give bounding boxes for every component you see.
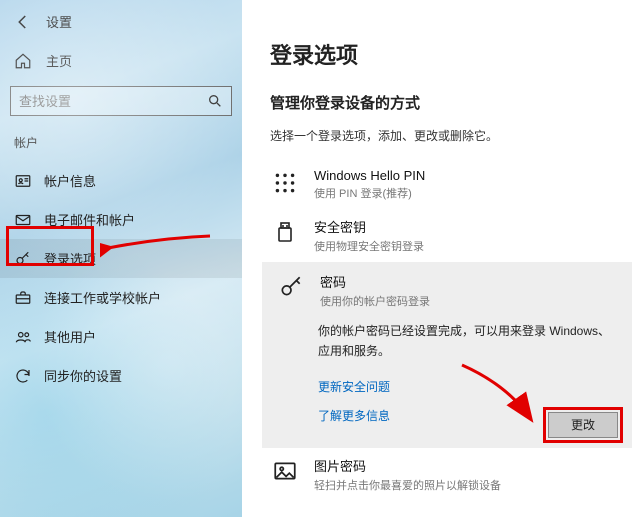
change-button[interactable]: 更改 [548,412,618,438]
sidebar-item-email-accounts[interactable]: 电子邮件和帐户 [0,200,242,239]
password-description: 你的帐户密码已经设置完成，可以用来登录 Windows、应用和服务。 [276,319,620,376]
pin-keypad-icon [270,168,300,198]
mail-icon [14,211,32,229]
home-label: 主页 [46,51,72,70]
sidebar-item-label: 其他用户 [44,327,96,346]
option-title: 密码 [320,272,620,291]
sidebar-item-work-school[interactable]: 连接工作或学校帐户 [0,278,242,317]
helper-text: 选择一个登录选项，添加、更改或删除它。 [270,127,640,144]
option-sub: 使用物理安全密钥登录 [314,238,640,254]
briefcase-icon [14,289,32,307]
people-icon [14,328,32,346]
option-pin[interactable]: Windows Hello PIN 使用 PIN 登录(推荐) [270,160,640,209]
sidebar-item-label: 登录选项 [44,249,96,268]
back-icon[interactable] [14,13,32,31]
sidebar-item-account-info[interactable]: 帐户信息 [0,161,242,200]
search-input[interactable] [19,94,207,109]
option-sub: 使用你的帐户密码登录 [320,293,620,309]
option-password-panel: 密码 使用你的帐户密码登录 你的帐户密码已经设置完成，可以用来登录 Window… [262,262,632,448]
option-title: 安全密钥 [314,217,640,236]
option-title: Windows Hello PIN [314,168,640,183]
settings-sidebar: 设置 主页 帐户 帐户信息 [0,0,242,517]
sidebar-item-signin-options[interactable]: 登录选项 [0,239,242,278]
key-icon [276,272,306,302]
option-sub: 轻扫并点击你最喜爱的照片以解锁设备 [314,477,640,493]
usb-key-icon [270,217,300,247]
home-icon [14,52,32,70]
settings-title: 设置 [46,12,72,31]
manage-heading: 管理你登录设备的方式 [270,92,640,113]
settings-topbar: 设置 [0,8,242,41]
main-content: 登录选项 管理你登录设备的方式 选择一个登录选项，添加、更改或删除它。 Wind… [242,0,640,517]
sidebar-item-other-users[interactable]: 其他用户 [0,317,242,356]
home-nav[interactable]: 主页 [0,41,242,86]
option-sub: 使用 PIN 登录(推荐) [314,185,640,201]
sidebar-item-label: 连接工作或学校帐户 [44,288,161,307]
picture-icon [270,456,300,486]
option-picture-password[interactable]: 图片密码 轻扫并点击你最喜爱的照片以解锁设备 [270,448,640,501]
sidebar-item-sync[interactable]: 同步你的设置 [0,356,242,395]
link-update-security-questions[interactable]: 更新安全问题 [276,376,620,405]
sidebar-item-label: 电子邮件和帐户 [44,210,135,229]
option-password[interactable]: 密码 使用你的帐户密码登录 [276,272,620,319]
search-box[interactable] [10,86,232,116]
sidebar-item-label: 同步你的设置 [44,366,122,385]
search-icon[interactable] [207,93,223,109]
sidebar-item-label: 帐户信息 [44,171,96,190]
option-title: 图片密码 [314,456,640,475]
key-icon [14,250,32,268]
person-card-icon [14,172,32,190]
section-accounts-label: 帐户 [0,124,242,157]
sidebar-nav: 帐户信息 电子邮件和帐户 登录选项 连接工作或学校帐户 [0,157,242,395]
page-title: 登录选项 [270,38,640,70]
sync-icon [14,367,32,385]
option-security-key[interactable]: 安全密钥 使用物理安全密钥登录 [270,209,640,262]
